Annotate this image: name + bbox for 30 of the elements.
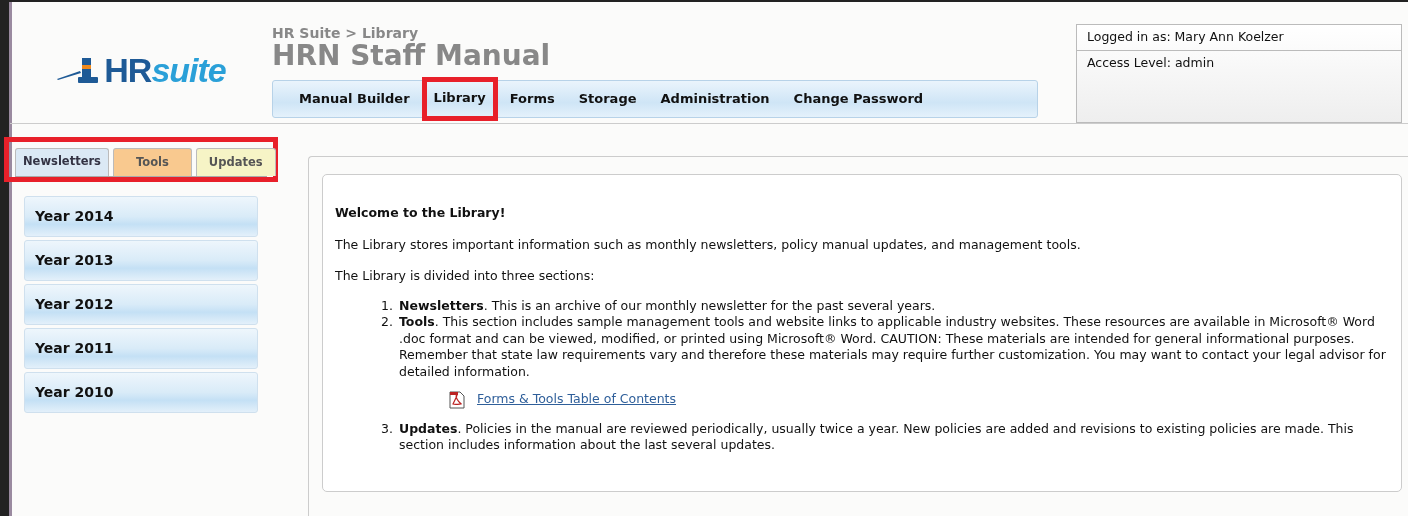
list-number: 2.: [381, 314, 394, 332]
access-level-label: Access Level: admin: [1086, 53, 1216, 72]
tab[interactable]: Tools: [112, 148, 192, 177]
year-item[interactable]: Year 2010: [24, 372, 258, 414]
tab[interactable]: Newsletters: [15, 148, 109, 177]
nav-link[interactable]: Forms: [497, 89, 567, 109]
logo: HRsuite: [104, 52, 226, 87]
nav-link[interactable]: Change Password: [781, 89, 936, 109]
document-link[interactable]: Forms & Tools Table of Contents: [477, 391, 676, 408]
page-title: HRN Staff Manual: [272, 41, 552, 73]
paragraph: The Library is divided into three sections:: [335, 266, 596, 285]
paragraph: The Library stores important information such as monthly newsletters, policy manual updates, and management tools.: [335, 236, 1082, 254]
list-number: 1.: [381, 297, 394, 315]
tab[interactable]: Updates: [195, 148, 276, 177]
year-item[interactable]: Year 2013: [24, 240, 258, 282]
nav-link[interactable]: Administration: [648, 89, 782, 109]
list-number: 3.: [381, 420, 394, 438]
list-item-text: Updates. Policies in the manual are reviewed periodically, usually twice a year. New policies are added and revisions to existing policies are made. This section includes information about the last several updates.: [399, 420, 1355, 454]
breadcrumb: HR Suite > Library: [272, 26, 419, 42]
nav-link[interactable]: Manual Builder: [287, 89, 422, 109]
heading: Welcome to the Library!: [335, 205, 507, 220]
list-item-text: Tools. This section includes sample management tools and website links to applicable industry websites. These resources are available in Microsoft® Word .doc format and can be viewed, modified, or printed using Microsoft® Word. CAUTION: These materials are intended for general informational purposes. Remember that state law requirements vary and therefore these materials may require further customization. You may want to contact your legal advisor for detailed information.: [399, 314, 1387, 381]
pdf-icon: [449, 390, 465, 409]
year-item[interactable]: Year 2012: [24, 284, 258, 326]
nav-link[interactable]: Storage: [566, 89, 649, 109]
list-item-text: Newsletters. This is an archive of our monthly newsletter for the past several years.: [399, 297, 936, 315]
year-item[interactable]: Year 2011: [24, 328, 258, 370]
nav-link[interactable]: Library: [426, 82, 493, 116]
year-item[interactable]: Year 2014: [24, 196, 258, 238]
logged-in-label: Logged in as: Mary Ann Koelzer: [1077, 25, 1401, 51]
